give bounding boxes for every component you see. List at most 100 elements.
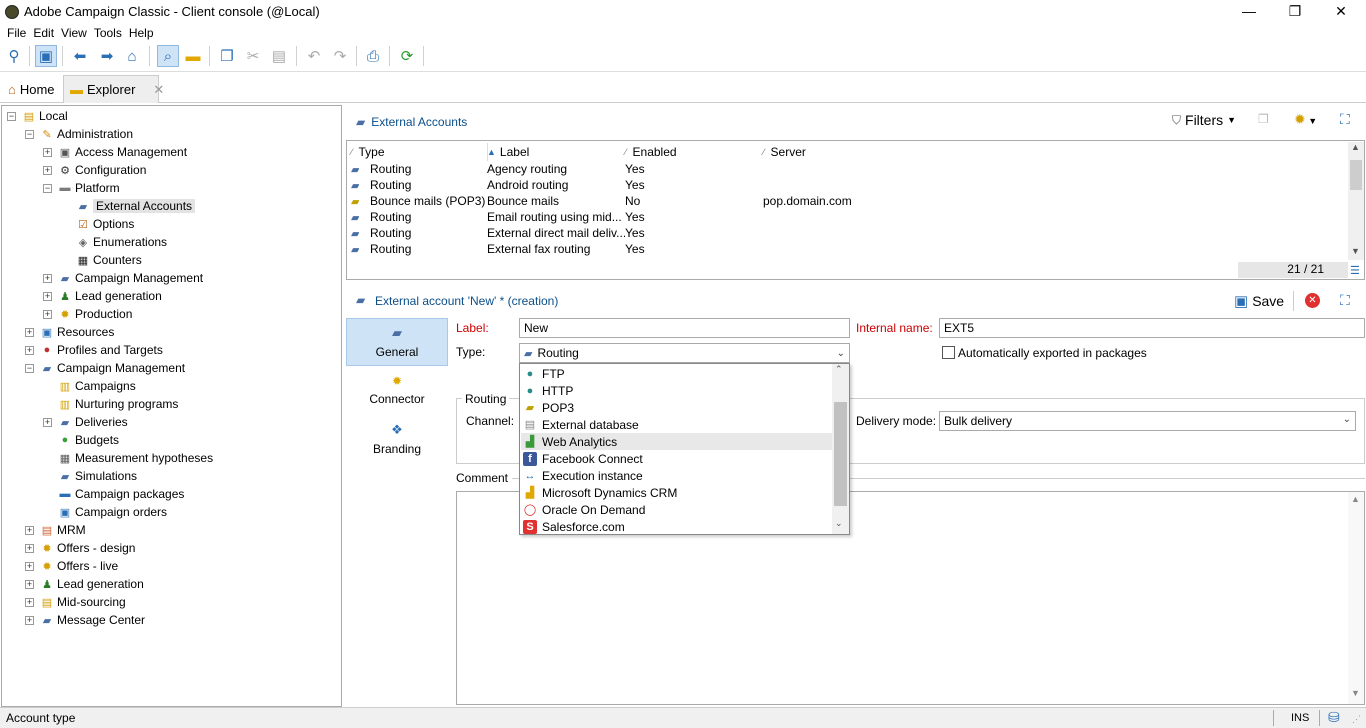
collapse-icon[interactable]: − bbox=[43, 183, 52, 193]
list-scrollbar[interactable]: ▲ ▼ bbox=[1348, 142, 1364, 260]
maximize-list-icon[interactable]: ⛶ bbox=[1340, 111, 1350, 128]
list-menu-icon[interactable]: ☰ bbox=[1350, 264, 1360, 277]
expand-icon[interactable]: + bbox=[25, 561, 34, 571]
tab-branding[interactable]: ❖ Branding bbox=[346, 416, 448, 464]
tree-item[interactable]: ▰ Simulations bbox=[43, 467, 137, 485]
collapse-icon[interactable]: − bbox=[7, 111, 16, 121]
tree-item[interactable]: − ✎ Administration bbox=[25, 125, 133, 143]
duplicate-icon[interactable]: ❐ bbox=[1258, 112, 1269, 126]
dropdown-option[interactable]: ▟ Microsoft Dynamics CRM bbox=[521, 484, 834, 501]
dropdown-option[interactable]: ↔ Execution instance bbox=[521, 467, 834, 484]
cancel-icon[interactable]: ✕ bbox=[1305, 293, 1320, 308]
tab-general[interactable]: ▰ General bbox=[346, 318, 448, 366]
close-button[interactable]: ✕ bbox=[1326, 2, 1356, 22]
tree-item[interactable]: − ▰ Campaign Management bbox=[25, 359, 185, 377]
tree-item[interactable]: − ▬ Platform bbox=[43, 179, 120, 197]
navigation-pane-icon[interactable]: ▣ bbox=[35, 45, 57, 67]
tree-item[interactable]: ◈ Enumerations bbox=[61, 233, 167, 251]
dropdown-option[interactable]: f Facebook Connect bbox=[521, 450, 834, 467]
tree-item[interactable]: + ● Profiles and Targets bbox=[25, 341, 163, 359]
dropdown-option[interactable]: S Salesforce.com bbox=[521, 518, 834, 535]
delivery-mode-select[interactable]: Bulk delivery ⌄ bbox=[939, 411, 1356, 431]
tree-item[interactable]: ▥ Campaigns bbox=[43, 377, 136, 395]
dropdown-option[interactable]: ▰ POP3 bbox=[521, 399, 834, 416]
expand-icon[interactable]: + bbox=[25, 525, 34, 535]
dropdown-option[interactable]: ● HTTP bbox=[521, 382, 834, 399]
tree-item[interactable]: + ♟ Lead generation bbox=[43, 287, 162, 305]
tree-item[interactable]: + ▤ Mid-sourcing bbox=[25, 593, 126, 611]
column-enabled[interactable]: ⁄ Enabled bbox=[625, 143, 677, 161]
expand-icon[interactable]: + bbox=[25, 579, 34, 589]
table-row[interactable]: ▰ Routing External fax routing Yes bbox=[351, 241, 1251, 257]
expand-icon[interactable]: + bbox=[43, 417, 52, 427]
tree-item[interactable]: − ▤ Local bbox=[7, 107, 68, 125]
table-row[interactable]: ▰ Bounce mails (POP3) Bounce mails No pop.do… bbox=[351, 193, 1251, 209]
table-row[interactable]: ▰ Routing Agency routing Yes bbox=[351, 161, 1251, 177]
user-icon[interactable]: ⚲ bbox=[3, 45, 25, 67]
expand-icon[interactable]: + bbox=[25, 345, 34, 355]
open-folder-icon[interactable]: ▬ bbox=[182, 45, 204, 67]
maximize-form-icon[interactable]: ⛶ bbox=[1340, 292, 1350, 309]
tab-explorer[interactable]: ▬ Explorer ✕ bbox=[63, 75, 164, 103]
menu-file[interactable]: File bbox=[0, 24, 26, 40]
expand-icon[interactable]: + bbox=[25, 543, 34, 553]
tree-item[interactable]: ● Budgets bbox=[43, 431, 119, 449]
save-button[interactable]: ▣ Save bbox=[1234, 292, 1284, 310]
menu-tools[interactable]: Tools bbox=[87, 24, 122, 40]
expand-icon[interactable]: + bbox=[43, 165, 52, 175]
tree-item[interactable]: + ▤ MRM bbox=[25, 521, 86, 539]
auto-export-checkbox[interactable] bbox=[942, 346, 955, 359]
menu-view[interactable]: View bbox=[54, 24, 87, 40]
tree-item[interactable]: ▦ Measurement hypotheses bbox=[43, 449, 213, 467]
expand-icon[interactable]: + bbox=[43, 309, 52, 319]
collapse-icon[interactable]: − bbox=[25, 129, 34, 139]
refresh-icon[interactable]: ⟳ bbox=[396, 45, 418, 67]
tree-item[interactable]: + ▰ Campaign Management bbox=[43, 269, 203, 287]
print-icon[interactable]: ⎙ bbox=[362, 45, 384, 67]
internal-name-input[interactable]: EXT5 bbox=[939, 318, 1365, 338]
tab-home[interactable]: ⌂ Home bbox=[2, 75, 61, 103]
tree-item[interactable]: + ▣ Access Management bbox=[43, 143, 187, 161]
tree-item[interactable]: ▰ External Accounts bbox=[61, 197, 196, 215]
dropdown-option[interactable]: ▟ Web Analytics bbox=[521, 433, 834, 450]
redo-icon[interactable]: ↷ bbox=[329, 45, 351, 67]
collapse-icon[interactable]: − bbox=[25, 363, 34, 373]
tree-item[interactable]: ▬ Campaign packages bbox=[43, 485, 184, 503]
expand-icon[interactable]: + bbox=[43, 273, 52, 283]
tree-item[interactable]: + ✹ Production bbox=[43, 305, 132, 323]
column-server[interactable]: ⁄ Server bbox=[763, 143, 806, 161]
forward-icon[interactable]: ➡ bbox=[96, 45, 118, 67]
menu-edit[interactable]: Edit bbox=[26, 24, 54, 40]
tree-item[interactable]: + ▣ Resources bbox=[25, 323, 114, 341]
table-row[interactable]: ▰ Routing Android routing Yes bbox=[351, 177, 1251, 193]
tree-item[interactable]: + ♟ Lead generation bbox=[25, 575, 144, 593]
tab-connector[interactable]: ✹ Connector bbox=[346, 368, 448, 416]
tree-item[interactable]: + ▰ Message Center bbox=[25, 611, 145, 629]
filters-button[interactable]: ⛉ Filters ▼ bbox=[1172, 112, 1236, 128]
label-input[interactable]: New bbox=[519, 318, 850, 338]
tree-item[interactable]: ☑ Options bbox=[61, 215, 134, 233]
type-select[interactable]: ▰ Routing ⌄ bbox=[519, 343, 850, 363]
dropdown-option[interactable]: ● FTP bbox=[521, 365, 834, 382]
tree-item[interactable]: ▥ Nurturing programs bbox=[43, 395, 178, 413]
expand-icon[interactable]: + bbox=[43, 291, 52, 301]
cut-icon[interactable]: ✂ bbox=[242, 45, 264, 67]
expand-icon[interactable]: + bbox=[25, 327, 34, 337]
undo-icon[interactable]: ↶ bbox=[303, 45, 325, 67]
home-folder-icon[interactable]: ⌂ bbox=[121, 45, 143, 67]
column-type[interactable]: ⁄ Type bbox=[351, 143, 385, 161]
expand-icon[interactable]: + bbox=[25, 597, 34, 607]
tab-close-icon[interactable]: ✕ bbox=[153, 82, 164, 98]
expand-icon[interactable]: + bbox=[25, 615, 34, 625]
menu-help[interactable]: Help bbox=[122, 24, 154, 40]
search-icon[interactable]: ⌕ bbox=[157, 45, 179, 67]
tree-item[interactable]: ▣ Campaign orders bbox=[43, 503, 167, 521]
tree-item[interactable]: ▦ Counters bbox=[61, 251, 142, 269]
tree-item[interactable]: + ✹ Offers - design bbox=[25, 539, 135, 557]
tree-item[interactable]: + ▰ Deliveries bbox=[43, 413, 128, 431]
copy-icon[interactable]: ❐ bbox=[216, 45, 238, 67]
table-row[interactable]: ▰ Routing Email routing using mid... Yes bbox=[351, 209, 1251, 225]
column-label[interactable]: ▲ Label bbox=[487, 143, 529, 161]
dropdown-option[interactable]: ◯ Oracle On Demand bbox=[521, 501, 834, 518]
actions-gear-icon[interactable]: ✹ ▼ bbox=[1294, 111, 1317, 128]
